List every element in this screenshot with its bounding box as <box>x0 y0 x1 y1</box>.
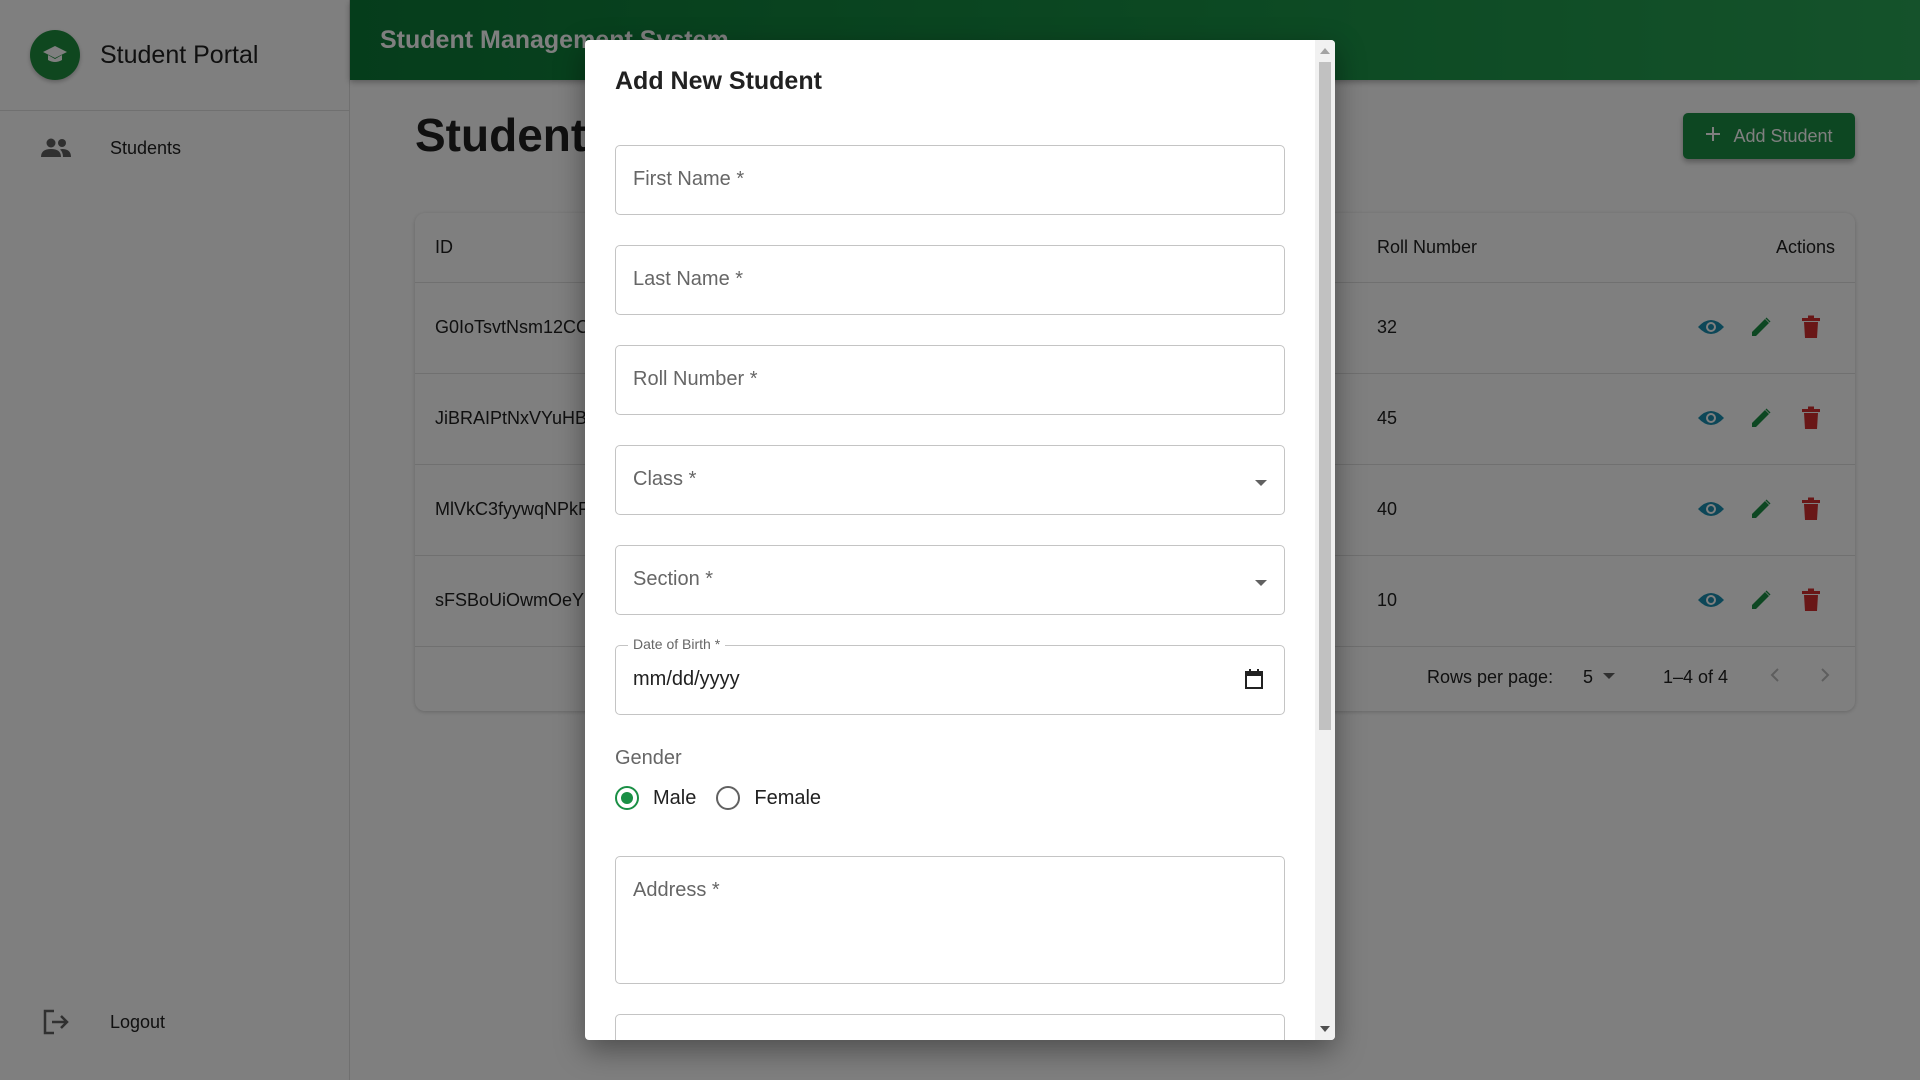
first-name-label: First Name * <box>633 168 745 190</box>
radio-checked-icon[interactable] <box>615 786 639 810</box>
last-name-field[interactable]: Last Name * <box>615 245 1285 315</box>
roll-number-field[interactable]: Roll Number * <box>615 345 1285 415</box>
address-field[interactable]: Address * <box>615 856 1285 984</box>
class-label: Class * <box>633 468 697 490</box>
next-field[interactable] <box>615 1014 1285 1040</box>
calendar-icon[interactable] <box>1244 668 1264 695</box>
scroll-up-arrow-icon[interactable] <box>1320 48 1330 54</box>
section-select[interactable]: Section * <box>615 545 1285 615</box>
gender-label: Gender <box>615 747 682 769</box>
address-label: Address * <box>633 879 720 901</box>
date-of-birth-value: mm/dd/yyyy <box>633 668 740 690</box>
dialog-title: Add New Student <box>615 67 822 95</box>
dialog-scrollbar[interactable] <box>1315 40 1335 1040</box>
gender-radio-female[interactable]: Female <box>716 786 821 810</box>
class-select[interactable]: Class * <box>615 445 1285 515</box>
last-name-label: Last Name * <box>633 268 744 290</box>
scroll-down-arrow-icon[interactable] <box>1320 1026 1330 1032</box>
gender-radio-group: Male Female <box>615 786 841 810</box>
add-student-dialog: Add New Student First Name * Last Name *… <box>585 40 1335 1040</box>
scrollbar-thumb[interactable] <box>1319 62 1331 730</box>
caret-down-icon <box>1254 575 1268 593</box>
gender-radio-male[interactable]: Male <box>615 786 696 810</box>
date-of-birth-field[interactable]: Date of Birth * mm/dd/yyyy <box>615 636 1285 715</box>
section-label: Section * <box>633 568 714 590</box>
first-name-field[interactable]: First Name * <box>615 145 1285 215</box>
caret-down-icon <box>1254 475 1268 493</box>
gender-option-label: Male <box>653 786 697 809</box>
roll-number-label: Roll Number * <box>633 368 758 390</box>
date-of-birth-label: Date of Birth * <box>628 636 726 652</box>
gender-option-label: Female <box>754 786 822 809</box>
radio-unchecked-icon[interactable] <box>716 786 741 810</box>
